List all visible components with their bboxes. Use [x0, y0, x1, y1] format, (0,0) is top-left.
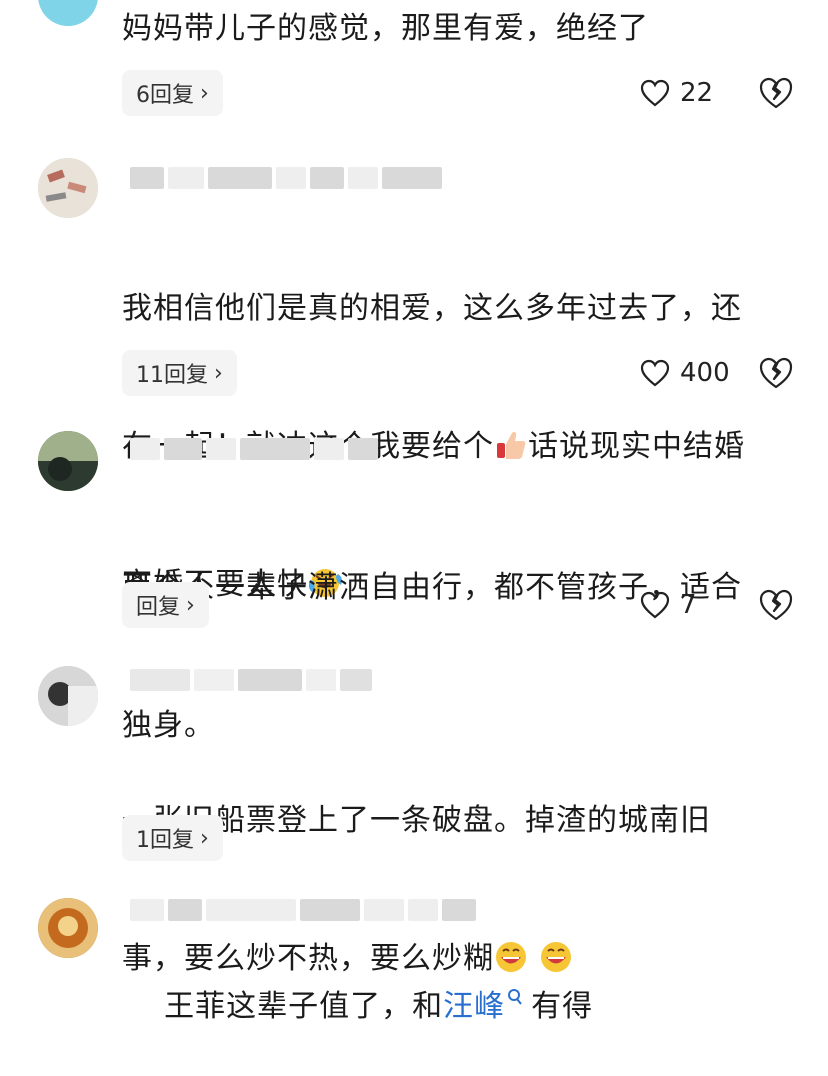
chevron-right-icon: ›	[214, 360, 223, 386]
comment-text-part: 王菲这辈子值了，和	[164, 989, 444, 1024]
comment-text-part: 有得	[531, 989, 594, 1024]
comment-text: 王菲这辈子值了，和汪峰 有得	[122, 938, 802, 1076]
thumbs-up-emoji	[497, 432, 526, 459]
broken-heart-icon[interactable]	[758, 75, 794, 111]
broken-heart-icon[interactable]	[758, 587, 794, 623]
like-count: 7	[680, 590, 697, 620]
avatar[interactable]	[38, 158, 98, 218]
avatar[interactable]	[38, 0, 98, 26]
comment-text: 妈妈带儿子的感觉，那里有爱，绝经了	[122, 11, 649, 46]
avatar[interactable]	[38, 666, 98, 726]
avatar[interactable]	[38, 431, 98, 491]
avatar[interactable]	[38, 898, 98, 958]
reply-label: 6回复	[136, 83, 194, 108]
comment-line: 我相信他们是真的相爱，这么多年过去了，还	[122, 291, 742, 326]
reply-label: 1回复	[136, 828, 194, 853]
chevron-right-icon: ›	[186, 592, 195, 618]
heart-outline-icon	[640, 359, 670, 387]
reply-label: 11回复	[136, 363, 208, 388]
comment-line: 两个人一辈子潇洒自由行，都不管孩子，适合	[122, 570, 742, 605]
username-blurred[interactable]	[130, 664, 372, 696]
reply-button[interactable]: 11回复 ›	[122, 350, 237, 396]
mention-link[interactable]: 汪峰	[443, 989, 505, 1024]
reply-button[interactable]: 1回复 ›	[122, 815, 223, 861]
username-blurred[interactable]	[130, 894, 476, 926]
avatar-image	[38, 158, 98, 218]
like-count: 400	[680, 358, 730, 388]
avatar-image	[38, 431, 98, 491]
comment-line: 一张旧船票登上了一条破盘。掉渣的城南旧	[122, 803, 711, 838]
like-count: 22	[680, 78, 714, 108]
like-button[interactable]: 7	[640, 582, 697, 628]
heart-outline-icon	[640, 79, 670, 107]
reply-button[interactable]: 回复 ›	[122, 582, 209, 628]
chevron-right-icon: ›	[200, 80, 209, 106]
username-blurred[interactable]	[130, 433, 378, 465]
heart-outline-icon	[640, 591, 670, 619]
reply-button[interactable]: 6回复 ›	[122, 70, 223, 116]
search-icon[interactable]	[507, 988, 523, 1010]
reply-label: 回复	[136, 595, 181, 620]
broken-heart-icon[interactable]	[758, 355, 794, 391]
like-button[interactable]: 400	[640, 350, 730, 396]
avatar-image	[38, 898, 98, 958]
avatar-image	[38, 666, 98, 726]
username-blurred[interactable]	[130, 162, 442, 194]
chevron-right-icon: ›	[200, 825, 209, 851]
like-button[interactable]: 22	[640, 70, 713, 116]
comment-line-part: 话说现实中结婚	[528, 429, 745, 464]
